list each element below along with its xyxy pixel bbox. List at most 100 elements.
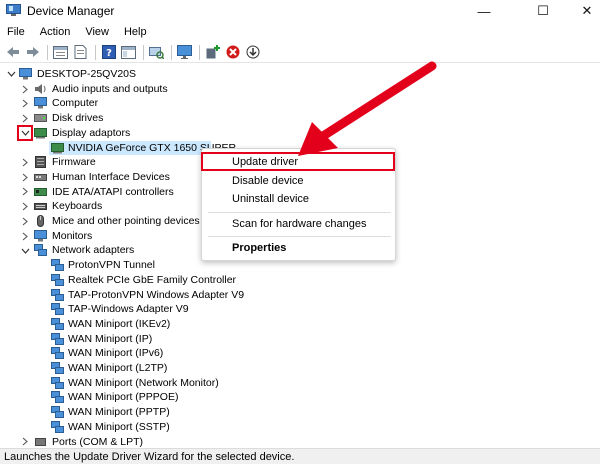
tree-item-label: Monitors: [52, 229, 93, 242]
monitor-icon: [34, 229, 47, 242]
tree-item[interactable]: Audio inputs and outputs: [0, 82, 300, 97]
keyboard-icon: [34, 200, 47, 212]
properties-window-icon[interactable]: [52, 44, 69, 61]
tree-item-label: WAN Miniport (SSTP): [68, 420, 170, 433]
chevron-right-icon[interactable]: [20, 435, 30, 448]
chevron-right-icon[interactable]: [20, 170, 30, 184]
menu-item-disable-device[interactable]: Disable device: [232, 175, 304, 187]
hid-icon: [34, 171, 47, 183]
tree-item[interactable]: WAN Miniport (SSTP): [0, 420, 300, 435]
network-adapter-icon: [51, 406, 64, 419]
svg-text:?: ?: [106, 48, 112, 59]
chevron-right-icon[interactable]: [20, 82, 30, 96]
network-adapter-icon: [51, 332, 64, 345]
speaker-icon: [34, 83, 47, 95]
toolbar-separator: [143, 44, 144, 60]
tree-item[interactable]: WAN Miniport (IKEv2): [0, 317, 300, 332]
tree-item[interactable]: WAN Miniport (IP): [0, 332, 300, 347]
chevron-right-icon[interactable]: [20, 229, 30, 243]
tree-item[interactable]: Ports (COM & LPT): [0, 435, 300, 449]
toolbar-separator: [199, 44, 200, 60]
remove-device-icon[interactable]: [224, 44, 241, 61]
tree-item-label: WAN Miniport (Network Monitor): [68, 376, 219, 389]
toolbar: ?: [0, 42, 600, 62]
tree-item-label: WAN Miniport (IP): [68, 332, 153, 345]
tree-item-label: WAN Miniport (PPTP): [68, 406, 170, 419]
add-driver-icon[interactable]: [204, 44, 221, 61]
chevron-right-icon[interactable]: [20, 214, 30, 228]
network-adapter-icon: [51, 288, 64, 301]
document-icon[interactable]: [72, 44, 89, 61]
menu-item-scan-hardware[interactable]: Scan for hardware changes: [232, 218, 367, 230]
tree-item[interactable]: WAN Miniport (L2TP): [0, 361, 300, 376]
chevron-right-icon[interactable]: [20, 97, 30, 111]
tree-item[interactable]: WAN Miniport (PPPOE): [0, 390, 300, 405]
network-adapter-icon: [51, 303, 64, 316]
tree-item-label: Computer: [52, 97, 99, 110]
status-bar: Launches the Update Driver Wizard for th…: [0, 448, 600, 464]
tree-item-label: WAN Miniport (L2TP): [68, 362, 168, 374]
status-text: Launches the Update Driver Wizard for th…: [4, 451, 295, 463]
tree-item-label: Disk drives: [52, 112, 104, 125]
tree-item[interactable]: WAN Miniport (IPv6): [0, 346, 300, 361]
monitor-icon[interactable]: [176, 44, 193, 61]
tree-root-row[interactable]: DESKTOP-25QV20S: [0, 67, 300, 82]
menu-file[interactable]: File: [0, 26, 33, 38]
computer-icon: [19, 68, 32, 80]
tree-item[interactable]: Computer: [0, 96, 300, 111]
toolbar-separator: [171, 44, 172, 60]
network-adapter-icon: [51, 273, 64, 286]
tree-item-label: WAN Miniport (PPPOE): [68, 391, 179, 404]
tree-item-display-adaptors[interactable]: Display adaptors: [0, 126, 300, 141]
tree-item-label: TAP-ProtonVPN Windows Adapter V9: [68, 288, 245, 301]
network-adapter-icon: [34, 244, 47, 257]
network-adapter-icon: [51, 317, 64, 330]
chevron-right-icon[interactable]: [20, 185, 30, 199]
chevron-right-icon[interactable]: [20, 111, 30, 125]
network-adapter-icon: [51, 391, 64, 404]
chevron-right-icon[interactable]: [20, 156, 30, 170]
tree-item-label: Audio inputs and outputs: [52, 82, 168, 95]
chevron-right-icon[interactable]: [20, 200, 30, 214]
chevron-down-icon[interactable]: [6, 67, 16, 81]
maximize-button[interactable]: ☐: [520, 0, 566, 22]
tree-item-label: Network adapters: [52, 244, 135, 257]
toolbar-separator: [95, 44, 96, 60]
menu-item-uninstall-device[interactable]: Uninstall device: [232, 193, 309, 205]
toolbar-separator: [47, 44, 48, 60]
menu-help[interactable]: Help: [117, 26, 155, 38]
tree-item-label: Mice and other pointing devices: [52, 215, 200, 227]
device-manager-app-icon: [6, 4, 21, 17]
back-arrow-icon[interactable]: [4, 44, 21, 61]
network-adapter-icon: [51, 362, 64, 374]
tree-item[interactable]: WAN Miniport (PPTP): [0, 405, 300, 420]
tree-item-label: Human Interface Devices: [52, 170, 170, 183]
toolbar-window-icon[interactable]: [120, 44, 137, 61]
tree-item[interactable]: Disk drives: [0, 111, 300, 126]
tree-item[interactable]: WAN Miniport (Network Monitor): [0, 376, 300, 391]
disk-icon: [34, 112, 47, 124]
menu-action[interactable]: Action: [33, 26, 79, 38]
tree-item[interactable]: TAP-ProtonVPN Windows Adapter V9: [0, 288, 300, 303]
menu-item-properties[interactable]: Properties: [232, 242, 286, 254]
tree-item[interactable]: Realtek PCIe GbE Family Controller: [0, 273, 300, 288]
tree-item-label: ProtonVPN Tunnel: [68, 259, 155, 272]
chevron-highlight-box: [17, 125, 33, 141]
scan-hardware-icon[interactable]: [148, 44, 165, 61]
forward-arrow-icon[interactable]: [24, 44, 41, 61]
chevron-down-icon[interactable]: [20, 244, 30, 258]
ide-controller-icon: [34, 186, 47, 198]
display-adapter-icon: [34, 127, 47, 139]
tree-item[interactable]: TAP-Windows Adapter V9: [0, 302, 300, 317]
computer-icon: [34, 97, 47, 109]
close-button[interactable]: ✕: [564, 0, 600, 22]
help-icon[interactable]: ?: [100, 44, 117, 61]
mouse-icon: [34, 215, 47, 227]
tree-item-label: Ports (COM & LPT): [52, 435, 144, 448]
network-adapter-icon: [51, 259, 64, 272]
tree-item-label: Firmware: [52, 156, 96, 169]
menu-view[interactable]: View: [78, 26, 117, 38]
minimize-button[interactable]: —: [461, 0, 507, 22]
download-icon[interactable]: [244, 44, 261, 61]
tree-item-label: WAN Miniport (IKEv2): [68, 317, 171, 330]
